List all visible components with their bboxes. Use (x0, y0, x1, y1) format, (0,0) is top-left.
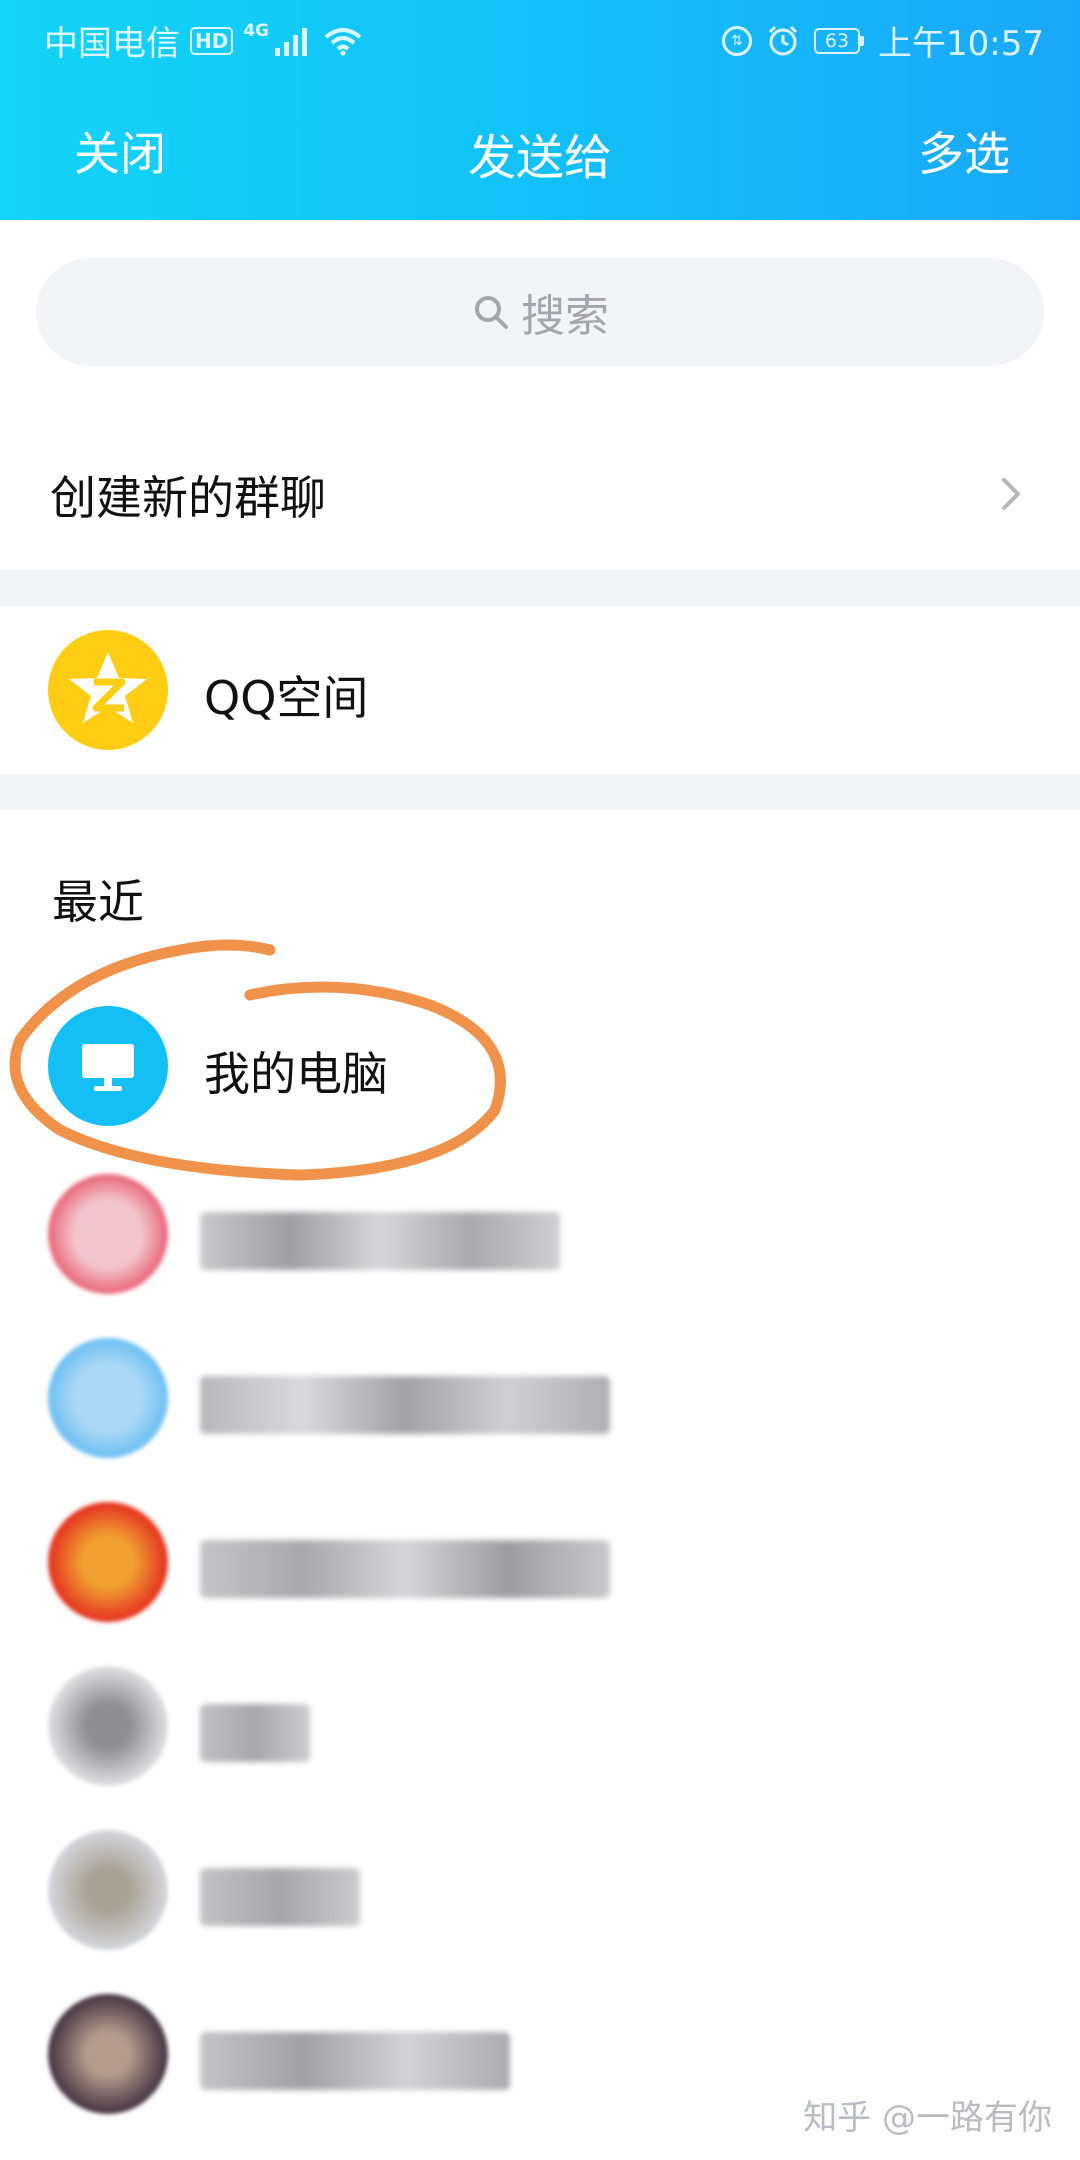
status-left: 中国电信 HD 4G (44, 16, 363, 65)
contact-row[interactable] (0, 1152, 1080, 1316)
battery-level: 63 (814, 27, 861, 54)
section-divider (0, 570, 1080, 606)
avatar (48, 1174, 168, 1294)
contact-name-redacted (200, 1212, 560, 1270)
contact-name-redacted (200, 1704, 310, 1762)
contact-name-redacted (200, 1868, 360, 1926)
status-right: ⇅ 63 上午10:57 (722, 16, 1044, 65)
page-title: 发送给 (467, 130, 612, 186)
computer-icon (48, 1006, 168, 1126)
contact-row[interactable] (0, 1808, 1080, 1972)
create-group-row[interactable]: 创建新的群聊 (0, 420, 1080, 570)
search-placeholder: 搜索 (521, 291, 609, 342)
avatar (48, 1338, 168, 1458)
contact-row[interactable] (0, 1480, 1080, 1644)
wifi-icon (324, 27, 362, 55)
create-group-label: 创建新的群聊 (50, 471, 326, 525)
contact-row-my-computer[interactable]: 我的电脑 (0, 984, 1080, 1148)
avatar (48, 1666, 168, 1786)
contact-row[interactable] (0, 1316, 1080, 1480)
alarm-icon (768, 25, 798, 55)
contact-name-redacted (200, 1376, 610, 1434)
close-button[interactable]: 关闭 (74, 118, 166, 184)
search-input[interactable]: 搜索 (36, 258, 1044, 366)
avatar (48, 1830, 168, 1950)
status-bar: 中国电信 HD 4G ⇅ 63 上午10:57 (0, 0, 1080, 72)
contact-name-redacted (200, 1540, 610, 1598)
contact-row[interactable] (0, 1644, 1080, 1808)
contact-name-redacted (200, 2032, 510, 2090)
section-divider (0, 774, 1080, 810)
battery-icon: 63 (814, 27, 865, 54)
search-icon (475, 296, 508, 329)
watermark: 知乎 @一路有你 (803, 2098, 1052, 2138)
header: 中国电信 HD 4G ⇅ 63 上午10:57 关闭 发送给 多选 (0, 0, 1080, 220)
network-type: 4G (243, 20, 270, 41)
chevron-right-icon (1002, 478, 1020, 510)
qzone-row[interactable]: QQ空间 (0, 606, 1080, 774)
recent-heading: 最近 (52, 875, 144, 929)
qzone-icon (48, 630, 168, 750)
data-saver-icon: ⇅ (722, 25, 753, 56)
hd-badge: HD (190, 26, 234, 55)
multi-select-button[interactable]: 多选 (918, 118, 1010, 184)
avatar (48, 1502, 168, 1622)
clock: 上午10:57 (878, 24, 1044, 64)
carrier-label: 中国电信 (44, 24, 180, 64)
qzone-label: QQ空间 (204, 671, 369, 725)
signal-icon (275, 27, 308, 56)
contact-name: 我的电脑 (204, 1047, 388, 1101)
avatar (48, 1994, 168, 2114)
